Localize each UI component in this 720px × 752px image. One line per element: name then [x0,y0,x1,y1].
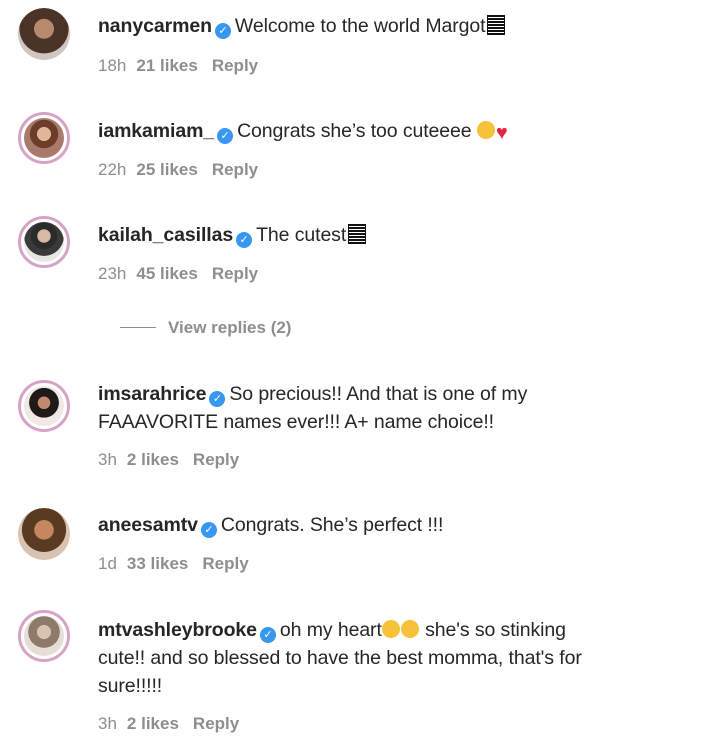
barcode-emoji-icon [487,15,506,35]
avatar[interactable] [18,8,70,60]
username-link[interactable]: nanycarmen [98,15,212,37]
avatar[interactable] [18,216,70,268]
grinning-sweat-emoji-icon [400,620,419,638]
likes-count[interactable]: 25 likes [136,160,197,179]
reply-button[interactable]: Reply [212,160,258,179]
comment-body: kailah_casillas ✓ The cutest [98,221,698,249]
avatar-image [18,8,70,60]
reply-button[interactable]: Reply [212,264,258,283]
comment-text-line-2: FAAAVORITE names ever!!! A+ name choice!… [98,411,495,433]
reply-button[interactable]: Reply [193,714,239,733]
likes-count[interactable]: 33 likes [127,554,188,573]
avatar[interactable] [18,112,70,164]
comment-text: The cutest [256,224,347,246]
avatar-image [24,616,64,656]
comment-text-line-1a: oh my heart [279,619,382,641]
red-heart-emoji-icon: ♥ [495,122,508,144]
timestamp[interactable]: 22h [98,160,126,179]
comment-meta: 18h 21 likes Reply [98,56,272,76]
divider [120,327,156,328]
verified-badge-icon: ✓ [200,522,217,538]
comment-meta: 3h 2 likes Reply [98,450,253,470]
comment-body: imsarahrice ✓ So precious!! And that is on… [98,380,698,436]
comment-text-line-1b: she's so stinking [425,619,566,641]
verified-badge-icon: ✓ [214,23,231,39]
avatar-image [18,508,70,560]
likes-count[interactable]: 2 likes [127,450,179,469]
view-replies-label: View replies (2) [168,318,292,337]
reply-button[interactable]: Reply [212,56,258,75]
comment-text: Welcome to the world Margot [234,15,486,37]
likes-count[interactable]: 21 likes [136,56,197,75]
reply-button[interactable]: Reply [193,450,239,469]
view-replies-button[interactable]: View replies (2) [120,318,291,338]
comment-body: iamkamiam_ ✓ Congrats she’s too cuteeee ♥ [98,117,698,147]
timestamp[interactable]: 3h [98,714,117,733]
comment-text-line-2: cute!! and so blessed to have the best m… [98,647,582,669]
avatar[interactable] [18,610,70,662]
username-link[interactable]: imsarahrice [98,383,206,405]
username-link[interactable]: mtvashleybrooke [98,619,257,641]
timestamp[interactable]: 3h [98,450,117,469]
avatar-image [24,222,64,262]
comment-text-line-3: sure!!!!! [98,675,163,697]
comment-text-line-1: So precious!! And that is one of my [229,383,528,405]
comment-meta: 3h 2 likes Reply [98,714,253,734]
verified-badge-icon: ✓ [259,627,276,643]
verified-badge-icon: ✓ [236,232,253,248]
comment-body: nanycarmen ✓ Welcome to the world Margot [98,12,698,40]
comment-meta: 22h 25 likes Reply [98,160,272,180]
avatar[interactable] [18,508,70,560]
comment-body: mtvashleybrooke ✓ oh my heart she's so sti… [98,616,698,700]
timestamp[interactable]: 1d [98,554,117,573]
avatar[interactable] [18,380,70,432]
comment-text: Congrats she’s too cuteeee [237,120,472,142]
avatar-image [24,118,64,158]
verified-badge-icon: ✓ [209,391,226,407]
heart-eyes-emoji-icon [476,121,495,139]
username-link[interactable]: kailah_casillas [98,224,233,246]
avatar-image [24,386,64,426]
comment-body: aneesamtv ✓ Congrats. She’s perfect !!! [98,511,698,539]
comment-meta: 23h 45 likes Reply [98,264,272,284]
barcode-emoji-icon [348,224,367,244]
username-link[interactable]: iamkamiam_ [98,120,214,142]
reply-button[interactable]: Reply [202,554,248,573]
grinning-sweat-emoji-icon [381,620,400,638]
username-link[interactable]: aneesamtv [98,514,198,536]
comment-meta: 1d 33 likes Reply [98,554,263,574]
comment-text: Congrats. She’s perfect !!! [220,514,444,536]
likes-count[interactable]: 45 likes [136,264,197,283]
timestamp[interactable]: 18h [98,56,126,75]
likes-count[interactable]: 2 likes [127,714,179,733]
timestamp[interactable]: 23h [98,264,126,283]
verified-badge-icon: ✓ [217,128,234,144]
